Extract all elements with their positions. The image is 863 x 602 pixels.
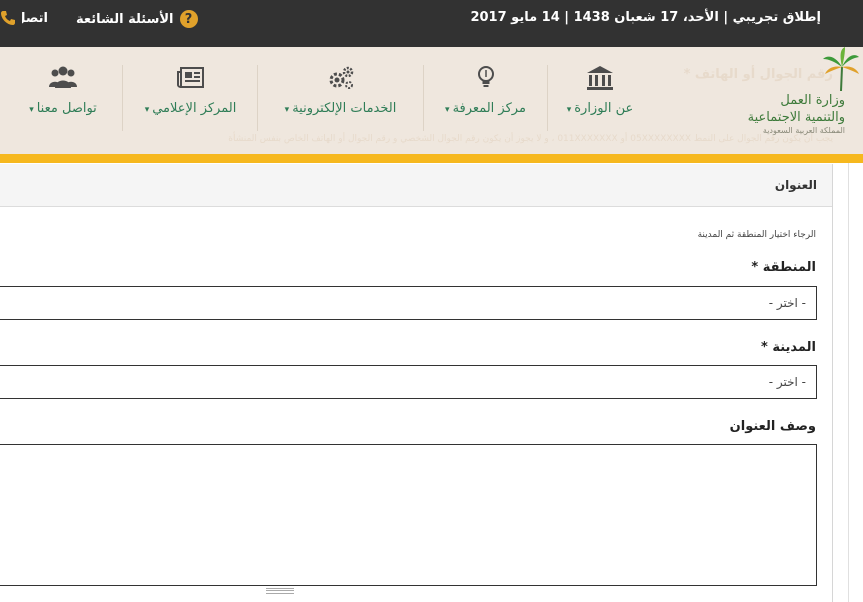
newspaper-icon	[176, 67, 204, 88]
palm-logo-icon	[823, 47, 859, 91]
chevron-down-icon: ▾	[566, 105, 572, 115]
chevron-down-icon: ▾	[445, 105, 450, 115]
site-header: رقم الجوال أو الهاتف * يجب أن يكون رقم ا…	[0, 47, 863, 154]
building-icon	[587, 66, 613, 90]
nav-e-services[interactable]: الخدمات الإلكترونية▾	[258, 65, 423, 131]
panel-title: العنوان	[774, 178, 817, 192]
faq-label: الأسئلة الشائعة	[76, 11, 174, 27]
chevron-down-icon: ▾	[144, 105, 150, 115]
help-circle-icon: ?	[179, 10, 198, 28]
chevron-down-icon: ▾	[29, 105, 34, 115]
city-select-value: - اختر -	[768, 375, 806, 389]
top-bar: إطلاق تجريبي | الأحد، 17 شعبان 1438 | 14…	[0, 0, 863, 47]
nav-contact-us[interactable]: تواصل معنا▾	[8, 65, 118, 131]
logo-line-1: وزارة العمل	[780, 93, 845, 108]
scrollbar-track	[848, 163, 849, 602]
nav-media-center[interactable]: المركز الإعلامي▾	[124, 65, 257, 131]
city-label: المدينة *	[761, 340, 816, 355]
nav-divider	[547, 65, 548, 131]
users-icon	[49, 66, 77, 88]
logo-line-3: المملكة العربية السعودية	[762, 126, 845, 135]
nav-label-knowledge: مركز المعرفة	[452, 101, 526, 116]
chevron-down-icon: ▾	[284, 105, 290, 115]
nav-label-about: عن الوزارة	[574, 101, 634, 116]
panel-header: العنوان	[0, 164, 832, 207]
address-description-label: وصف العنوان	[729, 419, 816, 434]
nav-label-contact: تواصل معنا	[36, 101, 97, 116]
city-select[interactable]: - اختر -	[0, 365, 817, 399]
textarea-resize-handle[interactable]	[266, 588, 294, 594]
nav-divider	[122, 65, 123, 131]
gears-icon	[329, 66, 353, 89]
header-accent-line	[0, 154, 863, 163]
lightbulb-icon	[477, 66, 494, 87]
nav-divider	[423, 65, 424, 131]
region-select[interactable]: - اختر -	[0, 286, 817, 320]
contact-link[interactable]: اتصل بنا	[0, 10, 48, 26]
nav-label-media: المركز الإعلامي	[152, 101, 237, 116]
page-scrollbar[interactable]	[848, 163, 863, 602]
nav-knowledge-center[interactable]: مركز المعرفة▾	[424, 65, 547, 131]
nav-about-ministry[interactable]: عن الوزارة▾	[548, 65, 652, 131]
logo-line-2: والتنمية الاجتماعية	[747, 110, 845, 125]
nav-label-e-services: الخدمات الإلكترونية	[292, 101, 397, 116]
faq-link[interactable]: ? الأسئلة الشائعة	[76, 10, 198, 28]
address-description-textarea[interactable]	[0, 444, 817, 586]
address-panel: العنوان الرجاء اختيار المنطقة ثم المدينة…	[0, 164, 833, 602]
ministry-logo[interactable]: وزارة العمل والتنمية الاجتماعية المملكة …	[743, 47, 863, 147]
region-label: المنطقة *	[751, 260, 816, 275]
region-city-hint: الرجاء اختيار المنطقة ثم المدينة	[697, 230, 816, 240]
region-select-value: - اختر -	[768, 296, 806, 310]
phone-icon	[0, 10, 16, 26]
date-text: إطلاق تجريبي | الأحد، 17 شعبان 1438 | 14…	[470, 10, 821, 25]
contact-label: اتصل بنا	[22, 10, 48, 26]
nav-divider	[257, 65, 258, 131]
